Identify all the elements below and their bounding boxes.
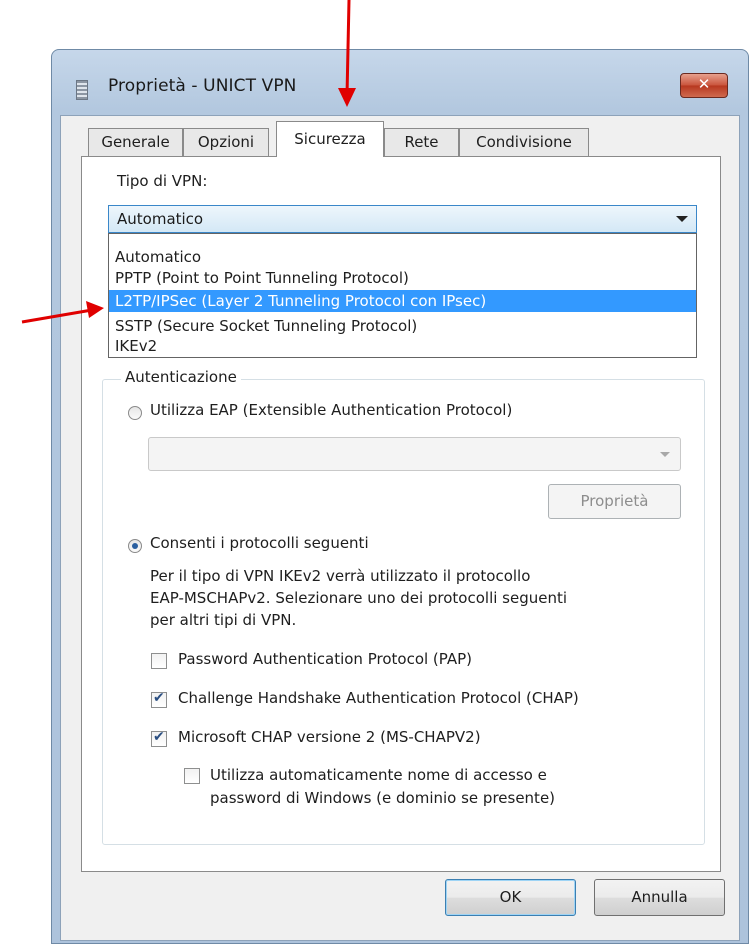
- vpn-type-dropdown-list: Automatico PPTP (Point to Point Tunnelin…: [108, 233, 697, 358]
- dropdown-option-sstp[interactable]: SSTP (Secure Socket Tunneling Protocol): [109, 315, 696, 337]
- tab-security[interactable]: Sicurezza: [276, 121, 384, 157]
- dropdown-option-l2tp[interactable]: L2TP/IPSec (Layer 2 Tunneling Protocol c…: [109, 290, 696, 312]
- dropdown-option-pptp[interactable]: PPTP (Point to Point Tunneling Protocol): [109, 267, 696, 289]
- annotation-arrow-down: [338, 0, 356, 107]
- dropdown-option-automatic[interactable]: Automatico: [109, 246, 696, 268]
- annotation-arrow-right: [21, 301, 104, 324]
- dropdown-option-ikev2[interactable]: IKEv2: [109, 336, 696, 356]
